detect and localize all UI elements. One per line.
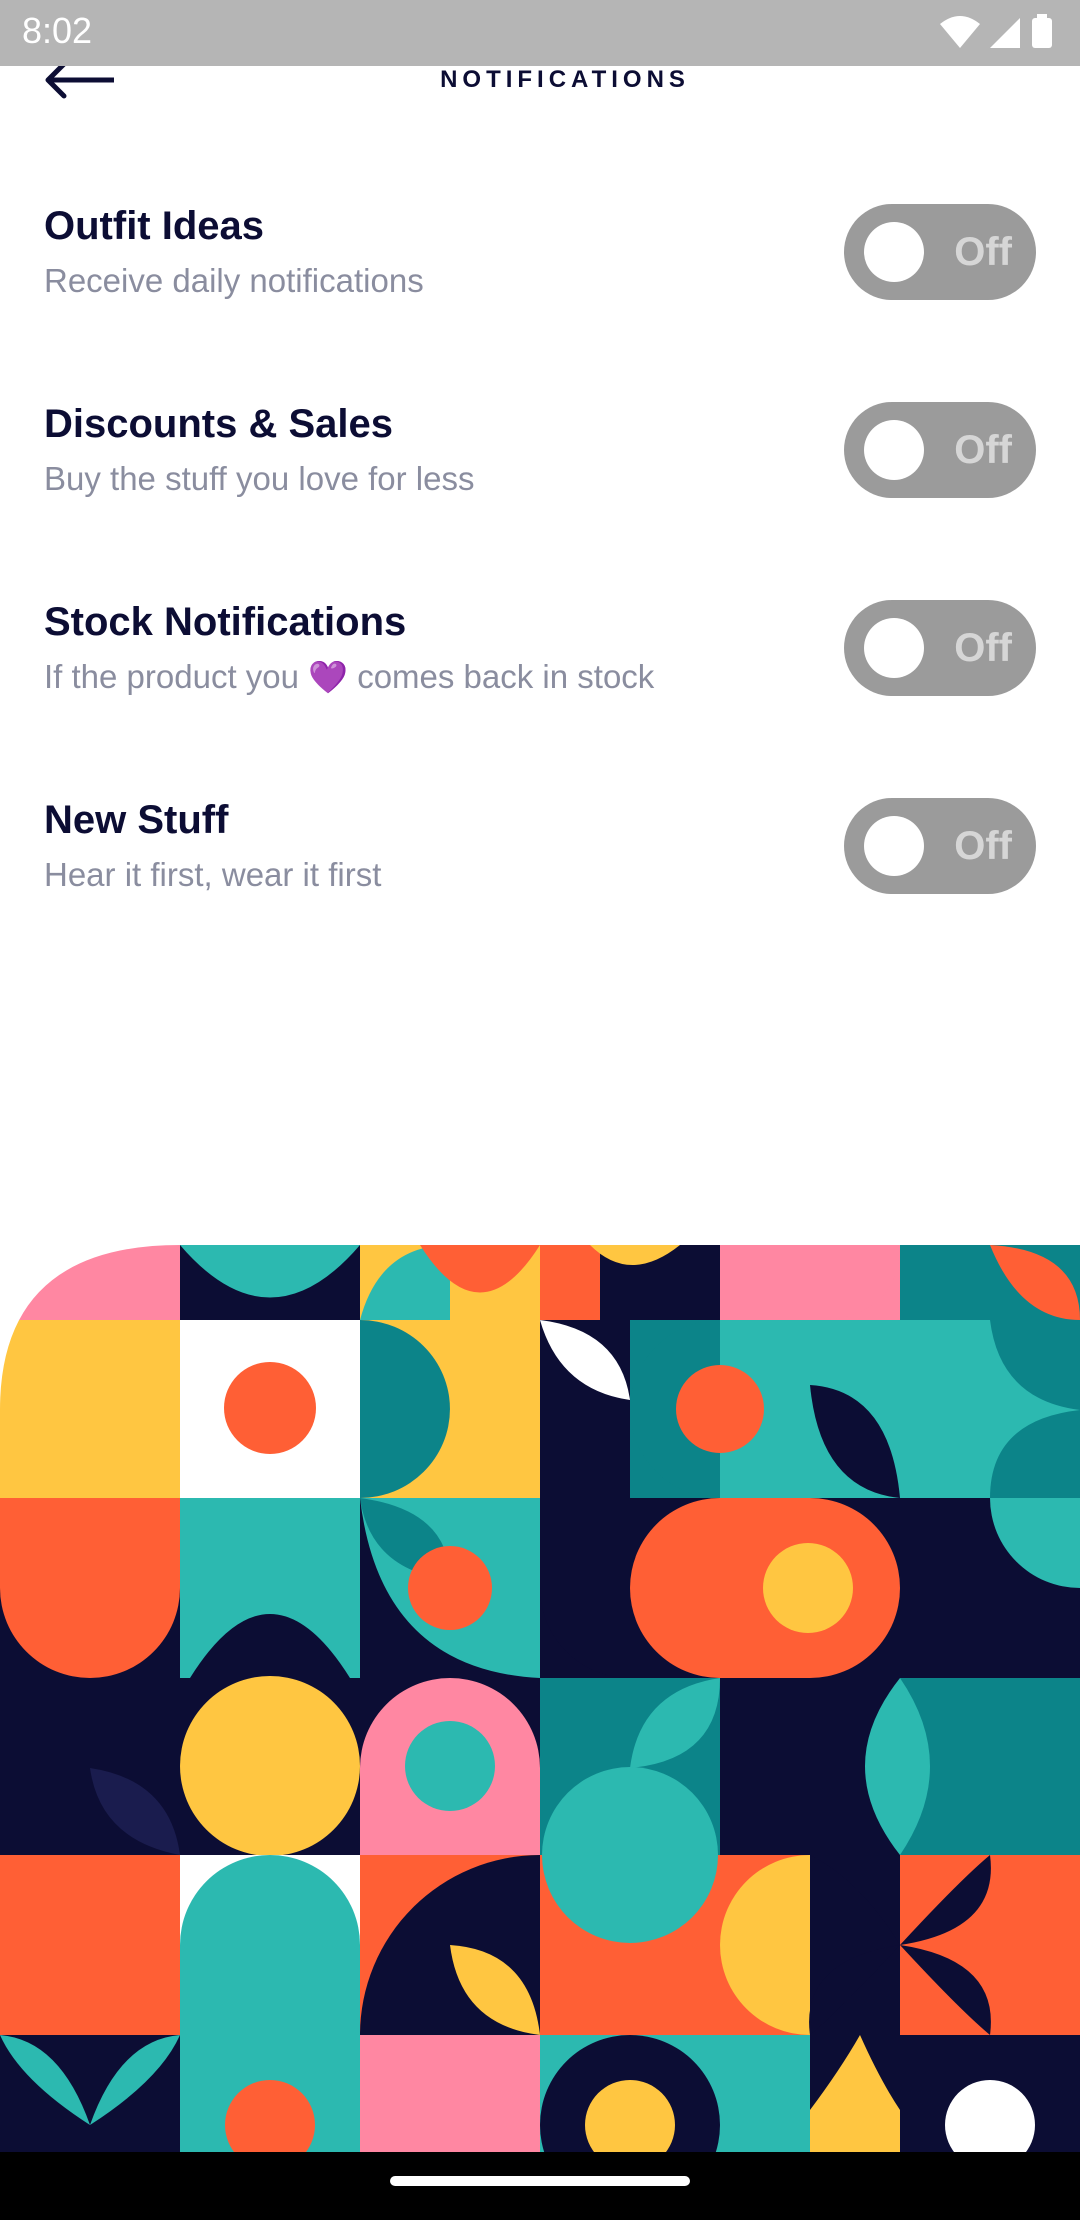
toggle-knob <box>864 420 924 480</box>
setting-title: Outfit Ideas <box>44 204 265 248</box>
status-icons <box>938 14 1058 54</box>
decorative-pattern <box>0 1080 1080 2152</box>
setting-subtitle: Buy the stuff you love for less <box>44 460 475 497</box>
stock-notifications-toggle[interactable]: Off <box>844 600 1036 696</box>
setting-stock-notifications: Stock Notifications If the product you 💜… <box>44 600 1036 720</box>
new-stuff-toggle[interactable]: Off <box>844 798 1036 894</box>
setting-subtitle: Hear it first, wear it first <box>44 856 382 893</box>
toggle-knob <box>864 816 924 876</box>
toggle-knob <box>864 618 924 678</box>
subtitle-before: If the product you <box>44 658 299 695</box>
outfit-ideas-toggle[interactable]: Off <box>844 204 1036 300</box>
setting-subtitle: Receive daily notifications <box>44 262 424 299</box>
setting-discounts-sales: Discounts & Sales Buy the stuff you love… <box>44 402 1036 522</box>
battery-icon <box>1032 18 1052 48</box>
status-time: 8:02 <box>22 10 93 51</box>
toggle-label: Off <box>954 824 1012 868</box>
toggle-knob <box>864 222 924 282</box>
signal-icon <box>990 18 1020 48</box>
status-bar: 8:02 <box>0 0 1080 66</box>
setting-subtitle: If the product you 💜 comes back in stock <box>44 658 654 696</box>
setting-title: New Stuff <box>44 798 229 842</box>
navigation-bar <box>0 2152 1080 2220</box>
setting-title: Discounts & Sales <box>44 402 394 446</box>
setting-title: Stock Notifications <box>44 600 407 644</box>
toggle-label: Off <box>954 230 1012 274</box>
home-indicator[interactable] <box>390 2176 690 2186</box>
heart-icon: 💜 <box>308 659 349 695</box>
toggle-label: Off <box>954 626 1012 670</box>
page-title: NOTIFICATIONS <box>440 66 690 93</box>
toggle-label: Off <box>954 428 1012 472</box>
wifi-icon <box>940 16 980 48</box>
setting-new-stuff: New Stuff Hear it first, wear it first O… <box>44 798 1036 918</box>
discounts-sales-toggle[interactable]: Off <box>844 402 1036 498</box>
setting-outfit-ideas: Outfit Ideas Receive daily notifications… <box>44 204 1036 324</box>
header: NOTIFICATIONS <box>0 61 1080 162</box>
subtitle-after: comes back in stock <box>357 658 655 695</box>
